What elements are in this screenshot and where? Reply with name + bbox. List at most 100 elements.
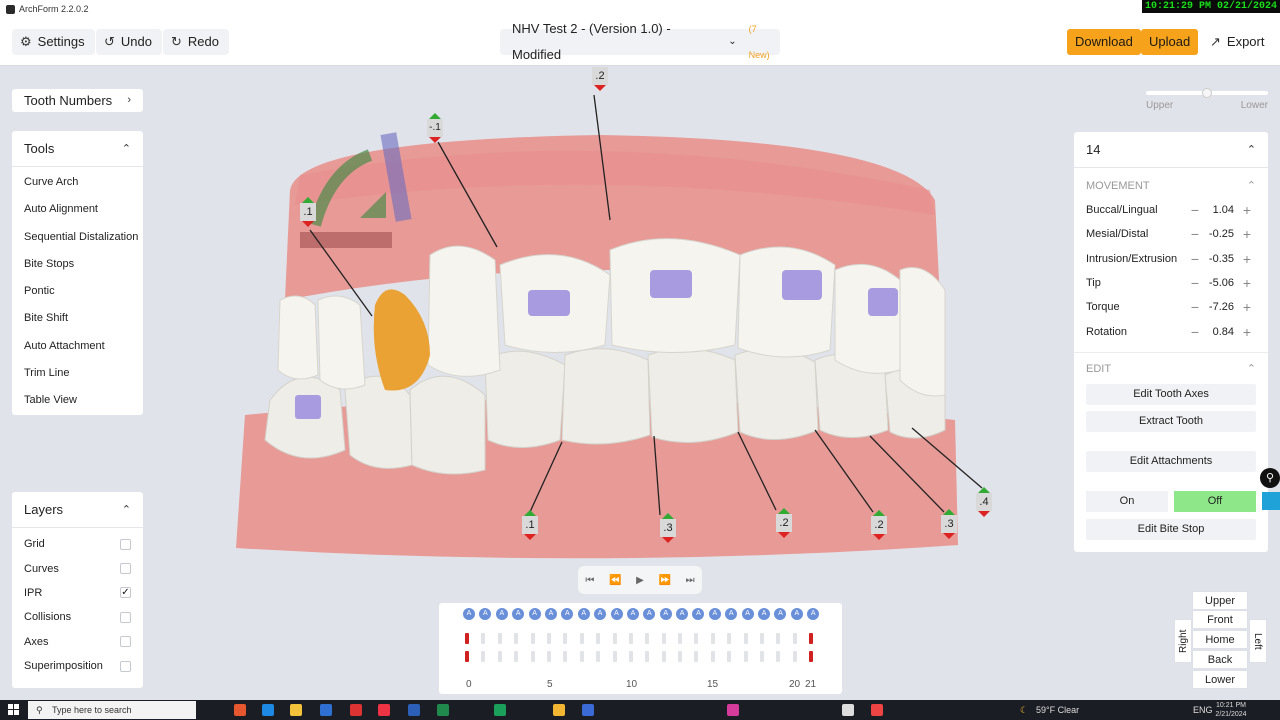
pdf-icon[interactable]	[378, 704, 390, 716]
movement-value[interactable]: 0.84	[1204, 326, 1238, 338]
stage-dot[interactable]: A	[692, 608, 705, 620]
pen-tool-icon[interactable]: ⚲	[1260, 468, 1280, 488]
weather-text[interactable]: 59°F Clear	[1036, 700, 1079, 720]
movement-value[interactable]: 1.04	[1204, 204, 1238, 216]
ipr-tag-lower-1[interactable]: .1	[522, 510, 538, 540]
stage-dot[interactable]: A	[495, 608, 508, 620]
edit-tooth-axes-button[interactable]: Edit Tooth Axes	[1086, 383, 1256, 405]
stage-dot[interactable]: A	[512, 608, 525, 620]
layer-collisions[interactable]: Collisions	[12, 605, 143, 629]
tool-sequential-distalization[interactable]: Sequential Distalization	[12, 224, 143, 251]
view-right-button[interactable]: Right	[1174, 619, 1192, 663]
fast-forward-icon[interactable]: ⏩	[659, 575, 671, 586]
arch-opacity-slider[interactable]: Upper Lower	[1146, 88, 1268, 111]
checkbox[interactable]	[120, 611, 131, 623]
stage-tick-column[interactable]	[546, 633, 552, 662]
view-front-button[interactable]: Front	[1192, 610, 1248, 629]
decrement-button[interactable]: −	[1186, 275, 1204, 291]
stage-tick-column[interactable]	[743, 633, 749, 662]
decrement-button[interactable]: −	[1186, 299, 1204, 315]
app-icon[interactable]	[871, 704, 883, 716]
stage-dot[interactable]: A	[561, 608, 574, 620]
tooth-detail-header[interactable]: 14 ⌃	[1074, 132, 1268, 168]
stage-dot[interactable]: A	[528, 608, 541, 620]
stage-dot[interactable]: A	[544, 608, 557, 620]
archform-icon[interactable]	[842, 704, 854, 716]
stage-dot[interactable]: A	[610, 608, 623, 620]
decrement-button[interactable]: −	[1186, 251, 1204, 267]
firefox-icon[interactable]	[234, 704, 246, 716]
stage-dot[interactable]: A	[643, 608, 656, 620]
movement-value[interactable]: -0.25	[1204, 228, 1238, 240]
ipr-tag-lower-2[interactable]: .3	[660, 513, 676, 543]
stage-tick-column[interactable]	[776, 633, 781, 662]
app-icon[interactable]	[494, 704, 506, 716]
selected-tooth-14[interactable]	[373, 289, 430, 391]
rewind-icon[interactable]: ⏪	[609, 575, 621, 586]
layer-curves[interactable]: Curves	[12, 556, 143, 580]
stage-tick-column[interactable]	[596, 633, 601, 662]
stage-tick-column[interactable]	[792, 633, 798, 662]
stage-tick-column[interactable]	[727, 633, 732, 662]
layer-grid[interactable]: Grid	[12, 532, 143, 556]
decrement-button[interactable]: −	[1186, 226, 1204, 242]
stage-tick-column[interactable]	[678, 633, 683, 662]
slider-track[interactable]	[1146, 88, 1268, 98]
layer-superimposition[interactable]: Superimposition	[12, 654, 143, 678]
stage-dot[interactable]: A	[626, 608, 639, 620]
increment-button[interactable]: +	[1238, 275, 1256, 291]
increment-button[interactable]: +	[1238, 202, 1256, 218]
layers-header[interactable]: Layers ⌃	[12, 492, 143, 528]
ipr-tag-left[interactable]: .1	[300, 197, 316, 227]
slider-knob[interactable]	[1202, 88, 1212, 98]
upload-button[interactable]: Upload	[1141, 29, 1199, 55]
checkbox[interactable]	[120, 660, 131, 672]
taskbar-search[interactable]: ⚲ Type here to search	[28, 701, 196, 719]
stage-tick-column[interactable]	[645, 633, 650, 662]
movement-value[interactable]: -0.35	[1204, 253, 1238, 265]
chrome-icon[interactable]	[553, 704, 565, 716]
tool-trim-line[interactable]: Trim Line	[12, 360, 143, 387]
download-button[interactable]: Download	[1067, 29, 1141, 55]
stage-dot[interactable]: A	[725, 608, 738, 620]
stage-dot[interactable]: A	[659, 608, 672, 620]
file-explorer-icon[interactable]	[290, 704, 302, 716]
mail-icon[interactable]	[320, 704, 332, 716]
windows-start-icon[interactable]	[8, 704, 20, 716]
edit-attachments-button[interactable]: Edit Attachments	[1086, 450, 1256, 472]
bite-stop-on-button[interactable]: On	[1086, 490, 1168, 512]
export-button[interactable]: ↗ Export	[1202, 29, 1275, 55]
ipr-tag-lower-5[interactable]: .3	[941, 509, 957, 539]
stage-tick-column[interactable]	[694, 633, 699, 662]
stage-tick-column[interactable]	[809, 633, 814, 662]
stage-tick-column[interactable]	[628, 633, 634, 662]
stage-dot[interactable]: A	[479, 608, 492, 620]
excel-icon[interactable]	[437, 704, 449, 716]
screen-capture-icon[interactable]	[1262, 492, 1280, 510]
increment-button[interactable]: +	[1238, 251, 1256, 267]
tooth-numbers-toggle[interactable]: Tooth Numbers ›	[12, 89, 143, 112]
stage-tick-column[interactable]	[481, 633, 486, 662]
decrement-button[interactable]: −	[1186, 324, 1204, 340]
app-icon[interactable]	[350, 704, 362, 716]
decrement-button[interactable]: −	[1186, 202, 1204, 218]
layer-axes[interactable]: Axes	[12, 630, 143, 654]
extract-tooth-button[interactable]: Extract Tooth	[1086, 410, 1256, 432]
tools-header[interactable]: Tools ⌃	[12, 131, 143, 167]
increment-button[interactable]: +	[1238, 324, 1256, 340]
increment-button[interactable]: +	[1238, 299, 1256, 315]
layer-ipr[interactable]: IPR ✓	[12, 581, 143, 605]
ipr-tag-upper-left[interactable]: -.1	[427, 113, 443, 143]
ipr-tag-lower-4[interactable]: .2	[871, 510, 887, 540]
movement-value[interactable]: -7.26	[1204, 301, 1238, 313]
stage-tick-column[interactable]	[514, 633, 519, 662]
skip-to-start-icon[interactable]: ⏮	[585, 575, 594, 586]
tool-bite-shift[interactable]: Bite Shift	[12, 305, 143, 332]
settings-button[interactable]: ⚙ Settings	[12, 29, 95, 55]
tool-pontic[interactable]: Pontic	[12, 278, 143, 305]
edit-section-header[interactable]: EDIT ⌃	[1074, 351, 1268, 384]
skip-to-end-icon[interactable]: ⏭	[686, 575, 695, 586]
play-icon[interactable]: ▶	[636, 575, 644, 586]
stage-tick-column[interactable]	[760, 633, 765, 662]
stage-dot[interactable]: A	[790, 608, 803, 620]
